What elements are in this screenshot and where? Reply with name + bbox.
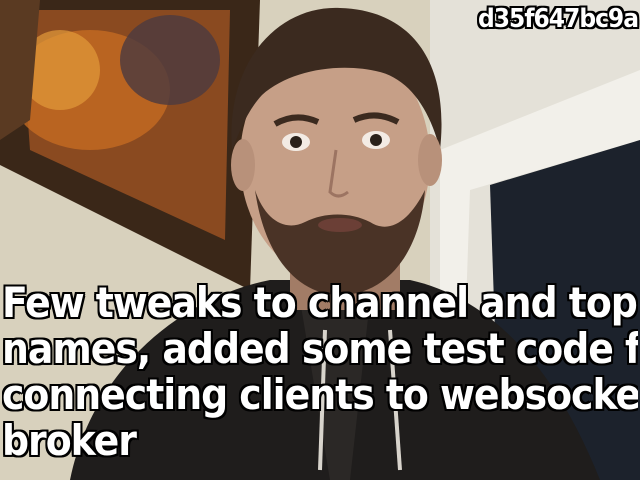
caption: Few tweaks to channel and topic names, a…	[2, 280, 638, 464]
caption-line: names, added some test code for	[2, 324, 638, 373]
caption-line: broker	[2, 416, 137, 464]
caption-line: Few tweaks to channel and topic	[2, 280, 638, 327]
frame-id-label: d35f647bc9a	[478, 4, 639, 34]
caption-line: connecting clients to websocket	[2, 370, 638, 419]
video-frame: d35f647bc9a Few tweaks to channel and to…	[0, 0, 640, 480]
